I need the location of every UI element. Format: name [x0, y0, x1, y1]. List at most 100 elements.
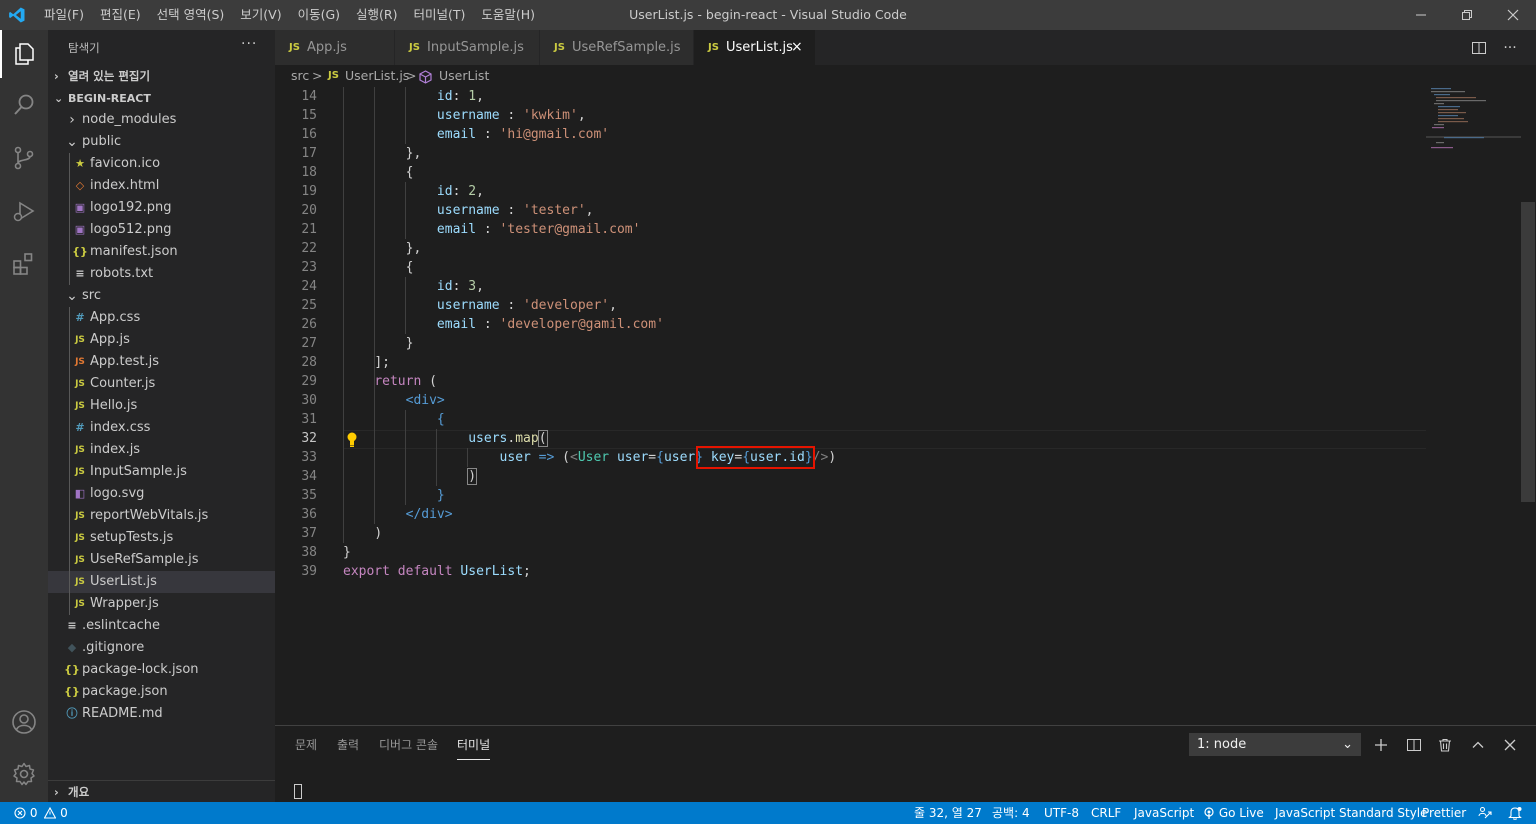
line-number: 30 [301, 393, 317, 408]
tree-item-reportwebvitals-js[interactable]: JS reportWebVitals.js [48, 505, 275, 527]
close-window-button[interactable] [1490, 0, 1536, 30]
tree-item-package-lock-json[interactable]: {} package-lock.json [48, 659, 275, 681]
tab-userefsample-js[interactable]: JS UseRefSample.js [540, 30, 694, 65]
tree-item-app-js[interactable]: JS App.js [48, 329, 275, 351]
close-tab-icon[interactable]: × [791, 30, 803, 65]
panel-tab-output[interactable]: 출력 [337, 736, 359, 760]
new-terminal-button[interactable] [1369, 733, 1393, 757]
minimap[interactable] [1426, 87, 1521, 725]
tree-item-label: Counter.js [90, 376, 156, 391]
warning-count: 0 [60, 806, 68, 820]
tree-item-index-js[interactable]: JS index.js [48, 439, 275, 461]
breadcrumb-folder[interactable]: src [291, 65, 309, 87]
menu-go[interactable]: 이동(G) [290, 0, 348, 30]
tree-item-gitignore[interactable]: ◆ .gitignore [48, 637, 275, 659]
tree-item-index-css[interactable]: # index.css [48, 417, 275, 439]
open-editors-section[interactable]: › 열려 있는 편집기 [48, 65, 275, 87]
tree-item-eslintcache[interactable]: ≡ .eslintcache [48, 615, 275, 637]
indentation[interactable]: 공백: 4 [992, 802, 1030, 824]
close-panel-button[interactable] [1498, 733, 1522, 757]
manage-button[interactable] [0, 750, 48, 798]
terminal-cursor[interactable] [294, 784, 302, 799]
chevron-right-icon: › [54, 785, 59, 799]
line-number: 20 [301, 203, 317, 218]
minimize-button[interactable] [1398, 0, 1444, 30]
editor-more-actions-button[interactable]: ··· [1496, 30, 1524, 65]
language-mode[interactable]: JavaScript [1134, 802, 1194, 824]
tree-item-public[interactable]: ⌄ public [48, 131, 275, 153]
menu-run[interactable]: 실행(R) [348, 0, 405, 30]
tree-item-app-test-js[interactable]: JS App.test.js [48, 351, 275, 373]
menu-terminal[interactable]: 터미널(T) [406, 0, 474, 30]
tree-item-wrapper-js[interactable]: JS Wrapper.js [48, 593, 275, 615]
breadcrumb-symbol[interactable]: UserList [439, 65, 489, 87]
tree-item-label: src [82, 288, 101, 303]
panel-tab-problems[interactable]: 문제 [295, 736, 317, 760]
explorer-sidebar: 탐색기 ··· › 열려 있는 편집기 ⌄ BEGIN-REACT › node_… [48, 30, 275, 802]
errors-warnings-item[interactable]: 0 0 [14, 802, 68, 824]
tree-item-readme-md[interactable]: ⓘ README.md [48, 703, 275, 725]
panel-tab-debug-console[interactable]: 디버그 콘솔 [379, 736, 438, 760]
chevron-right-icon: › [54, 69, 59, 83]
run-debug-button[interactable] [0, 187, 48, 235]
code-line-15: username : 'kwkim', [436, 108, 586, 123]
encoding[interactable]: UTF-8 [1044, 802, 1079, 824]
breadcrumb-file[interactable]: UserList.js [345, 65, 409, 87]
go-live-label: Go Live [1218, 806, 1264, 820]
tree-item-userefsample-js[interactable]: JS UseRefSample.js [48, 549, 275, 571]
terminal-select[interactable]: 1: node ⌄ [1189, 733, 1361, 756]
restore-button[interactable] [1444, 0, 1490, 30]
tree-item-label: Hello.js [90, 398, 138, 413]
extensions-button[interactable] [0, 240, 48, 288]
menu-view[interactable]: 보기(V) [232, 0, 289, 30]
tree-item-app-css[interactable]: # App.css [48, 307, 275, 329]
js-file-icon: JS [75, 401, 85, 411]
tab-userlist-js[interactable]: JS UserList.js × [694, 30, 816, 65]
tree-item-hello-js[interactable]: JS Hello.js [48, 395, 275, 417]
editor-scrollbar[interactable] [1521, 202, 1535, 502]
split-editor-button[interactable] [1465, 30, 1493, 65]
tree-item-logo-svg[interactable]: ◧ logo.svg [48, 483, 275, 505]
tree-item-setuptests-js[interactable]: JS setupTests.js [48, 527, 275, 549]
menu-edit[interactable]: 편집(E) [92, 0, 149, 30]
feedback-button[interactable] [1478, 802, 1492, 824]
explorer-button[interactable] [0, 30, 48, 78]
tree-item-favicon-ico[interactable]: ★ favicon.ico [48, 153, 275, 175]
tree-item-counter-js[interactable]: JS Counter.js [48, 373, 275, 395]
maximize-panel-button[interactable] [1466, 733, 1490, 757]
notifications-button[interactable] [1508, 802, 1522, 824]
end-of-line[interactable]: CRLF [1091, 802, 1121, 824]
tree-item-node-modules[interactable]: › node_modules [48, 109, 275, 131]
accounts-button[interactable] [0, 698, 48, 746]
go-live-button[interactable]: Go Live [1203, 802, 1264, 824]
close-icon [1507, 9, 1519, 21]
more-actions-icon[interactable]: ··· [241, 36, 257, 52]
tree-item-index-html[interactable]: ◇ index.html [48, 175, 275, 197]
prettier-status[interactable]: Prettier [1422, 802, 1466, 824]
tree-item-robots-txt[interactable]: ≡ robots.txt [48, 263, 275, 285]
js-file-icon: JS [409, 42, 420, 53]
code-editor[interactable]: 14 15 16 17 18 19 20 21 22 23 24 25 26 27 28 29 30 31 32 33… [275, 87, 1536, 725]
panel-tab-terminal[interactable]: 터미널 [457, 736, 491, 760]
cursor-position[interactable]: 줄 32, 열 27 [914, 802, 982, 824]
split-terminal-button[interactable] [1402, 733, 1426, 757]
style-linter[interactable]: JavaScript Standard Style [1275, 802, 1428, 824]
tree-item-package-json[interactable]: {} package.json [48, 681, 275, 703]
tab-inputsample-js[interactable]: JS InputSample.js [395, 30, 540, 65]
source-control-button[interactable] [0, 134, 48, 182]
code-line-26: email : 'developer@gamil.com' [436, 317, 664, 332]
menu-file[interactable]: 파일(F) [36, 0, 92, 30]
tree-item-logo512-png[interactable]: ▣ logo512.png [48, 219, 275, 241]
tree-item-logo192-png[interactable]: ▣ logo192.png [48, 197, 275, 219]
tree-item-src[interactable]: ⌄ src [48, 285, 275, 307]
tree-item-manifest-json[interactable]: {} manifest.json [48, 241, 275, 263]
project-section[interactable]: ⌄ BEGIN-REACT [48, 88, 275, 110]
tree-item-userlist-js[interactable]: JS UserList.js [48, 571, 275, 593]
tree-item-inputsample-js[interactable]: JS InputSample.js [48, 461, 275, 483]
menu-help[interactable]: 도움말(H) [473, 0, 543, 30]
menu-selection[interactable]: 선택 영역(S) [149, 0, 233, 30]
kill-terminal-button[interactable] [1433, 733, 1457, 757]
tab-app-js[interactable]: JS App.js [275, 30, 395, 65]
search-button[interactable] [0, 81, 48, 129]
outline-section[interactable]: › 개요 [48, 780, 275, 802]
